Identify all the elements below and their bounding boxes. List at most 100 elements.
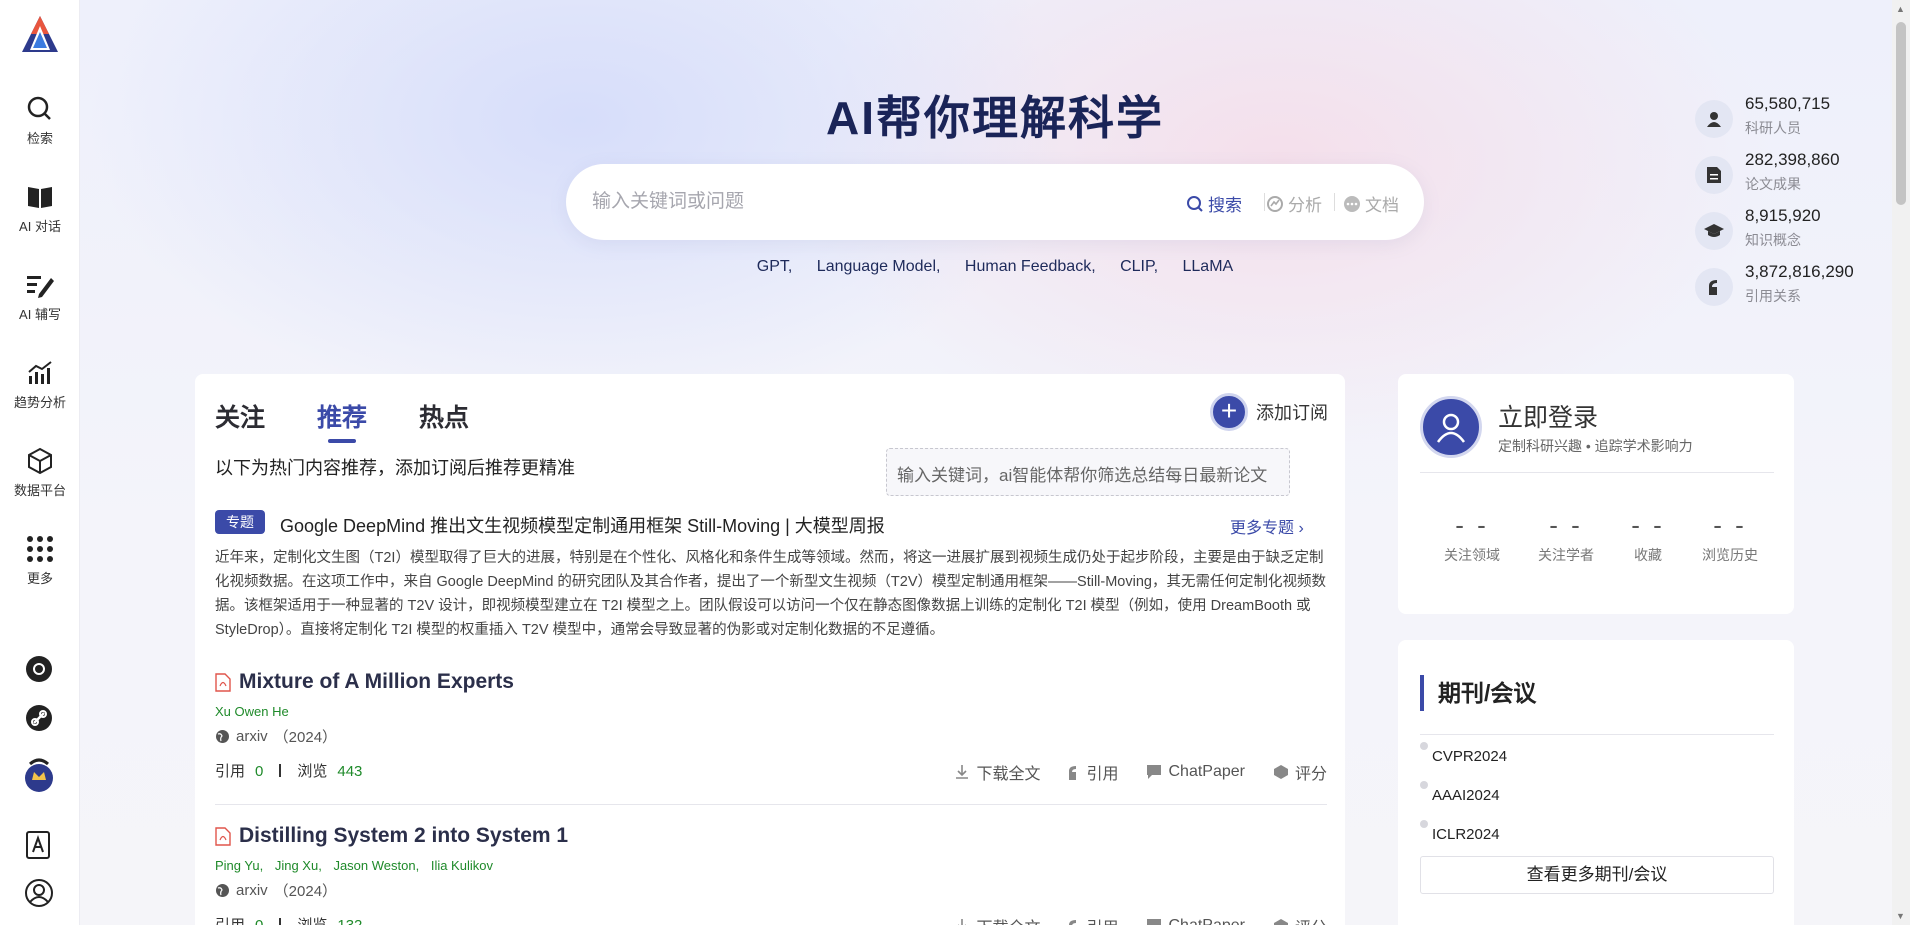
crown-badge-icon[interactable] (22, 758, 56, 792)
add-subscription-label: 添加订阅 (1256, 403, 1328, 423)
subscription-tooltip: 输入关键词，ai智能体帮你筛选总结每日最新论文 (886, 448, 1290, 496)
sidebar-item-data-platform[interactable]: 数据平台 (0, 446, 80, 499)
chatpaper-label: ChatPaper (1168, 763, 1245, 780)
author-link[interactable]: Jing Xu, (275, 858, 322, 873)
stat-caption: 知识概念 (1745, 232, 1801, 248)
tab-follow[interactable]: 关注 (215, 398, 265, 434)
author-link[interactable]: Jason Weston, (333, 858, 419, 873)
stat-caption[interactable]: 浏览历史 (1690, 545, 1770, 565)
author-link[interactable]: Ilia Kulikov (431, 858, 493, 873)
scroll-up-arrow-icon[interactable]: ▲ (1896, 4, 1905, 14)
chrome-icon[interactable] (24, 654, 54, 684)
sidebar-item-ai-chat[interactable]: AI 对话 (0, 182, 80, 235)
cite-button[interactable]: 引用 (1068, 760, 1118, 784)
chat-icon (1147, 919, 1162, 925)
hot-tags: GPT, Language Model, Human Feedback, CLI… (0, 258, 1910, 276)
grid-icon (27, 536, 53, 562)
aminer-logo[interactable] (20, 14, 60, 54)
chart-icon (28, 361, 52, 384)
divider (1420, 472, 1774, 473)
stat-value: 65,580,715 (1745, 94, 1831, 113)
search-button[interactable]: 搜索 (1186, 191, 1242, 216)
tab-hot[interactable]: 热点 (419, 398, 469, 434)
stat-caption[interactable]: 收藏 (1608, 545, 1688, 565)
stat-value: - - (1713, 510, 1747, 540)
paper-venue: arxiv （2024） (215, 726, 337, 747)
search-input[interactable] (592, 184, 1152, 220)
journals-card: 期刊/会议 CVPR2024 AAAI2024 ICLR2024 查看更多期刊/… (1398, 640, 1794, 925)
tab-recommend[interactable]: 推荐 (317, 398, 367, 434)
journal-item[interactable]: ICLR2024 (1420, 820, 1500, 843)
quote-icon (1695, 268, 1733, 306)
login-link[interactable]: 立即登录 (1498, 398, 1598, 434)
cite-action-label: 引用 (1086, 766, 1119, 783)
topic-title[interactable]: Google DeepMind 推出文生视频模型定制通用框架 Still-Mov… (280, 512, 885, 538)
view-count: 132 (337, 917, 362, 925)
rate-button[interactable]: 评分 (1273, 914, 1327, 925)
link-icon[interactable] (24, 703, 54, 733)
document-button[interactable]: 文档 (1343, 191, 1399, 216)
search-button-label: 搜索 (1208, 196, 1242, 215)
plus-icon: + (1210, 393, 1248, 431)
user-icon (1436, 413, 1466, 443)
hot-tag[interactable]: GPT, (757, 258, 793, 275)
venue-name: arxiv (236, 882, 268, 899)
author-link[interactable]: Xu Owen He (215, 704, 289, 719)
hot-tag[interactable]: LLaMA (1183, 258, 1234, 275)
chatpaper-button[interactable]: ChatPaper (1146, 760, 1245, 784)
more-topics-link[interactable]: 更多专题 › (1230, 514, 1304, 538)
download-icon (956, 765, 969, 779)
quote-icon (1069, 919, 1077, 925)
stat-value: - - (1549, 510, 1583, 540)
recommend-hint: 以下为热门内容推荐，添加订阅后推荐更精准 (215, 458, 575, 478)
paper-metrics: 引用 0 浏览 443 (215, 760, 362, 781)
sidebar-item-ai-write[interactable]: AI 辅写 (0, 270, 80, 323)
analyze-icon (1267, 195, 1283, 212)
hot-tag[interactable]: CLIP, (1120, 258, 1158, 275)
stat-caption[interactable]: 关注学者 (1526, 545, 1606, 565)
hot-tag[interactable]: Language Model, (817, 258, 941, 275)
stat-caption: 科研人员 (1745, 120, 1801, 136)
stat-caption: 引用关系 (1745, 288, 1801, 304)
hot-tag[interactable]: Human Feedback, (965, 258, 1096, 275)
sidebar-item-trend[interactable]: 趋势分析 (0, 358, 80, 411)
scrollbar-thumb[interactable] (1896, 22, 1906, 205)
journal-item[interactable]: AAAI2024 (1420, 781, 1500, 804)
topic-summary: 近年来，定制化文生图（T2I）模型取得了巨大的进展，特别是在个性化、风格化和条件… (215, 550, 1326, 638)
document-button-label: 文档 (1365, 196, 1399, 215)
cite-button[interactable]: 引用 (1068, 914, 1118, 925)
paper-venue: arxiv （2024） (215, 880, 337, 901)
left-sidebar: 检索 AI 对话 AI 辅写 趋势分析 数据平台 更多 (0, 0, 80, 925)
analyze-button[interactable]: 分析 (1266, 191, 1322, 216)
download-button[interactable]: 下载全文 (954, 914, 1040, 925)
rate-icon (1273, 765, 1288, 779)
download-button[interactable]: 下载全文 (954, 760, 1040, 784)
author-link[interactable]: Ping Yu, (215, 858, 263, 873)
document-a-icon[interactable] (24, 830, 54, 860)
paper-title-link[interactable]: Distilling System 2 into System 1 (215, 824, 568, 848)
venue-name: arxiv (236, 728, 268, 745)
stat-value: - - (1455, 510, 1489, 540)
stat-value: 3,872,816,290 (1745, 262, 1854, 281)
stat-caption[interactable]: 关注领域 (1432, 545, 1512, 565)
sidebar-item-more[interactable]: 更多 (0, 534, 80, 587)
chatpaper-button[interactable]: ChatPaper (1146, 914, 1245, 925)
scroll-down-arrow-icon[interactable]: ▼ (1896, 911, 1905, 921)
user-stat-scholars: - - 关注学者 (1526, 510, 1606, 565)
page-scrollbar[interactable]: ▲ ▼ (1892, 0, 1910, 925)
rate-button[interactable]: 评分 (1273, 760, 1327, 784)
cube-icon (28, 447, 52, 475)
paper-title-link[interactable]: Mixture of A Million Experts (215, 670, 514, 694)
person-icon (1695, 100, 1733, 138)
stat-value: 282,398,860 (1745, 150, 1840, 169)
divider (1420, 734, 1774, 735)
more-journals-button[interactable]: 查看更多期刊/会议 (1420, 856, 1774, 894)
globe-icon (216, 730, 229, 743)
avatar[interactable] (1420, 396, 1482, 458)
add-subscription-button[interactable]: + 添加订阅 (1210, 393, 1328, 431)
journal-item[interactable]: CVPR2024 (1420, 742, 1507, 765)
sidebar-item-search[interactable]: 检索 (0, 94, 80, 147)
search-box: 搜索 分析 文档 (566, 164, 1424, 240)
user-icon[interactable] (24, 878, 54, 908)
paper-actions: 下载全文 引用 ChatPaper 评分 (954, 760, 1327, 784)
